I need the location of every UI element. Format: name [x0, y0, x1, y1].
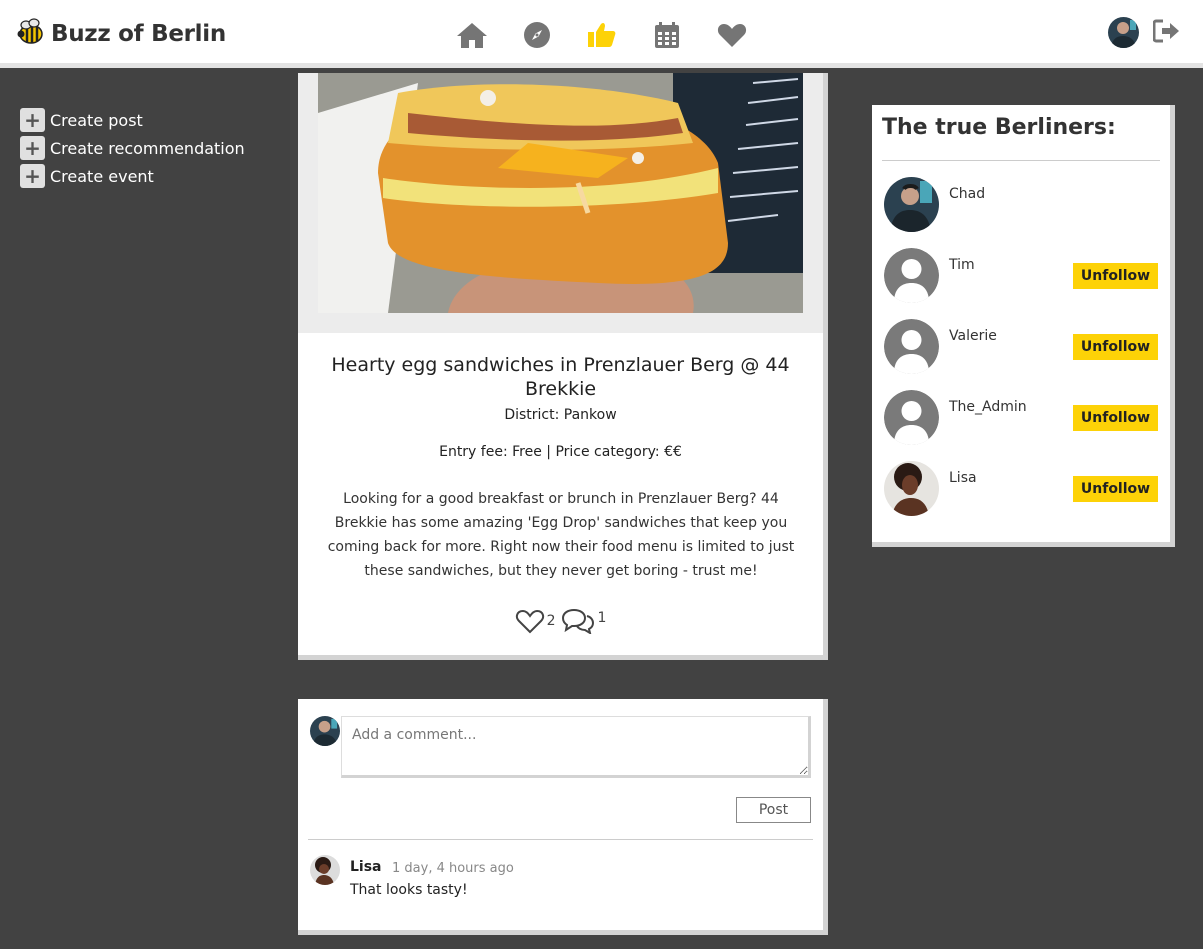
divider	[882, 160, 1160, 161]
bee-icon	[15, 17, 45, 51]
divider	[308, 839, 813, 840]
plus-icon: +	[20, 108, 45, 132]
heart-outline-icon	[515, 609, 544, 634]
user-avatar[interactable]	[1108, 17, 1139, 48]
post-price-info: Entry fee: Free | Price category: €€	[439, 444, 682, 460]
plus-icon: +	[20, 164, 45, 188]
user-name[interactable]: Chad	[949, 186, 985, 202]
comment-author-avatar[interactable]	[310, 855, 340, 885]
user-name[interactable]: The_Admin	[949, 399, 1027, 415]
brand-name: Buzz of Berlin	[51, 21, 226, 47]
nav-liked-link[interactable]	[715, 19, 748, 51]
post-card: Hearty egg sandwiches in Prenzlauer Berg…	[298, 73, 828, 660]
default-avatar-icon[interactable]	[884, 248, 939, 303]
create-event-link[interactable]: + Create event	[20, 162, 245, 190]
top-navbar: Buzz of Berlin	[0, 0, 1203, 68]
heart-icon	[717, 24, 746, 47]
nav-user-area	[1108, 17, 1181, 48]
user-row: Valerie Unfollow	[884, 319, 1159, 375]
user-row: Chad	[884, 177, 1159, 233]
calendar-icon	[654, 22, 679, 48]
post-image	[298, 73, 823, 333]
unfollow-button[interactable]: Unfollow	[1073, 405, 1158, 431]
comment-timestamp: 1 day, 4 hours ago	[392, 861, 514, 876]
nav-recommendations-link[interactable]	[585, 19, 618, 51]
comment-author[interactable]: Lisa	[350, 859, 382, 875]
default-avatar-icon[interactable]	[884, 319, 939, 374]
comments-card: Post Lisa 1 day, 4 hours ago That looks …	[298, 699, 828, 935]
post-title: Hearty egg sandwiches in Prenzlauer Berg…	[331, 354, 790, 400]
comments-link[interactable]	[560, 608, 596, 634]
user-avatar[interactable]	[884, 461, 939, 516]
likes-count: 2	[546, 613, 556, 629]
user-avatar[interactable]	[884, 177, 939, 232]
user-row: Tim Unfollow	[884, 248, 1159, 304]
like-button[interactable]	[515, 608, 545, 634]
comments-count: 1	[597, 610, 607, 626]
post-comment-button[interactable]: Post	[736, 797, 811, 823]
create-post-link[interactable]: + Create post	[20, 106, 245, 134]
unfollow-button[interactable]: Unfollow	[1073, 476, 1158, 502]
user-name[interactable]: Valerie	[949, 328, 997, 344]
unfollow-button[interactable]: Unfollow	[1073, 263, 1158, 289]
post-district: District: Pankow	[504, 407, 617, 423]
create-sidebar: + Create post + Create recommendation + …	[20, 106, 245, 190]
user-row: Lisa Unfollow	[884, 461, 1159, 517]
default-avatar-icon[interactable]	[884, 390, 939, 445]
nav-events-link[interactable]	[650, 19, 683, 51]
post-stats: 2 1	[298, 608, 823, 634]
create-recommendation-link[interactable]: + Create recommendation	[20, 134, 245, 162]
comment-text: That looks tasty!	[350, 882, 468, 898]
home-icon	[456, 23, 487, 48]
comments-icon	[561, 608, 594, 634]
true-berliners-card: The true Berliners: Chad Tim Unfollow Va…	[872, 105, 1175, 547]
sidebar-item-label: Create event	[50, 166, 154, 186]
sign-out-icon[interactable]	[1152, 19, 1181, 47]
sidebar-item-label: Create post	[50, 110, 143, 130]
plus-icon: +	[20, 136, 45, 160]
post-description: Looking for a good breakfast or brunch i…	[327, 491, 795, 579]
card-title: The true Berliners:	[882, 115, 1116, 140]
sidebar-item-label: Create recommendation	[50, 138, 245, 158]
brand-link[interactable]: Buzz of Berlin	[15, 17, 226, 51]
current-user-avatar	[310, 716, 340, 746]
compass-icon	[523, 22, 550, 48]
nav-home-link[interactable]	[455, 19, 488, 51]
main-nav	[455, 19, 780, 51]
user-row: The_Admin Unfollow	[884, 390, 1159, 446]
user-name[interactable]: Tim	[949, 257, 975, 273]
comment-input[interactable]	[341, 716, 811, 778]
thumbs-up-icon	[587, 22, 615, 47]
unfollow-button[interactable]: Unfollow	[1073, 334, 1158, 360]
user-name[interactable]: Lisa	[949, 470, 977, 486]
nav-explore-link[interactable]	[520, 19, 553, 51]
